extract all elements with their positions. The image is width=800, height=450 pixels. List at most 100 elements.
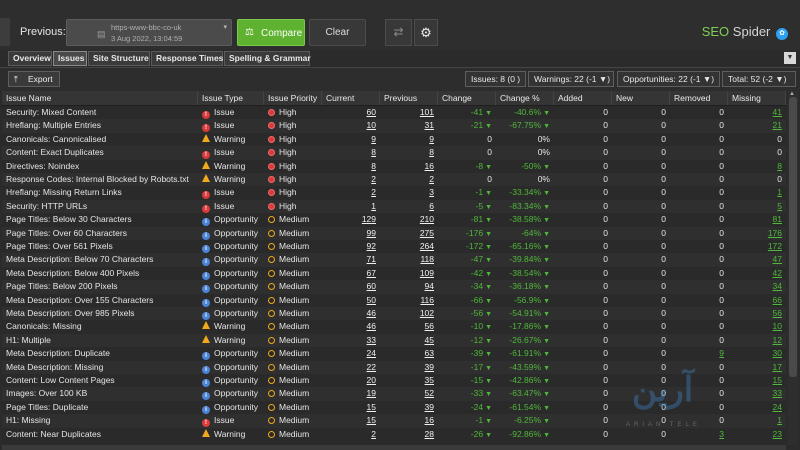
tab-site-structure[interactable]: Site Structure [88, 51, 150, 66]
cell-removed[interactable]: 0 [670, 106, 728, 119]
cell-removed[interactable]: 0 [670, 213, 728, 226]
col-issue-name[interactable]: Issue Name [2, 91, 198, 105]
cell-previous[interactable]: 101 [380, 106, 438, 119]
cell-current[interactable]: 129 [322, 213, 380, 226]
tabs-overflow-chevron-icon[interactable]: ▼ [784, 52, 796, 64]
cell-removed[interactable]: 0 [670, 173, 728, 186]
cell-previous[interactable]: 102 [380, 307, 438, 320]
cell-previous[interactable]: 56 [380, 320, 438, 333]
table-row[interactable]: Meta Description: Below 70 Characters i Op… [2, 253, 786, 267]
cell-missing[interactable]: 41 [728, 106, 786, 119]
cell-missing[interactable]: 12 [728, 334, 786, 347]
cell-current[interactable]: 15 [322, 401, 380, 414]
table-row[interactable]: Page Titles: Duplicate i Opportunity Medium… [2, 401, 786, 414]
cell-current[interactable]: 1 [322, 200, 380, 213]
cell-current[interactable]: 99 [322, 227, 380, 240]
col-issue-priority[interactable]: Issue Priority [264, 91, 322, 105]
cell-removed[interactable]: 0 [670, 294, 728, 307]
cell-removed[interactable]: 0 [670, 119, 728, 132]
cell-previous[interactable]: 275 [380, 227, 438, 240]
tab-response-times[interactable]: Response Times [151, 51, 223, 66]
cell-removed[interactable]: 0 [670, 374, 728, 387]
cell-missing[interactable]: 24 [728, 401, 786, 414]
table-row[interactable]: Canonicals: Canonicalised Warning High 9 9 0 0… [2, 133, 786, 146]
cell-removed[interactable]: 0 [670, 401, 728, 414]
cell-current[interactable]: 2 [322, 428, 380, 441]
cell-removed[interactable]: 0 [670, 186, 728, 199]
cell-missing[interactable]: 1 [728, 414, 786, 427]
gear-icon[interactable]: ⚙ [414, 19, 438, 46]
table-row[interactable]: Meta Description: Duplicate i Opportunity M… [2, 347, 786, 361]
cell-removed[interactable]: 0 [670, 361, 728, 374]
cell-current[interactable]: 46 [322, 320, 380, 333]
col-added[interactable]: Added [554, 91, 612, 105]
cell-missing[interactable]: 8 [728, 160, 786, 173]
cell-removed[interactable]: 3 [670, 428, 728, 441]
vertical-scrollbar[interactable]: ▲ [788, 91, 798, 445]
table-row[interactable]: Canonicals: Missing Warning Medium 46 56 -10 ▼… [2, 320, 786, 333]
cell-missing[interactable]: 0 [728, 133, 786, 146]
col-current[interactable]: Current [322, 91, 380, 105]
cell-missing[interactable]: 17 [728, 361, 786, 374]
table-row[interactable]: Page Titles: Over 60 Characters i Opportun… [2, 226, 786, 240]
table-row[interactable]: Meta Description: Over 155 Characters i Op… [2, 294, 786, 307]
cell-previous[interactable]: 31 [380, 119, 438, 132]
swap-arrows-icon[interactable]: ⇄ [385, 19, 412, 46]
compare-button[interactable]: ⚖ Compare [237, 19, 305, 46]
cell-previous[interactable]: 28 [380, 428, 438, 441]
cell-missing[interactable]: 66 [728, 294, 786, 307]
cell-previous[interactable]: 8 [380, 146, 438, 159]
col-new[interactable]: New [612, 91, 670, 105]
cell-removed[interactable]: 0 [670, 146, 728, 159]
cell-removed[interactable]: 0 [670, 240, 728, 253]
cell-current[interactable]: 2 [322, 173, 380, 186]
cell-previous[interactable]: 118 [380, 253, 438, 266]
cell-previous[interactable]: 16 [380, 414, 438, 427]
cell-removed[interactable]: 0 [670, 253, 728, 266]
cell-missing[interactable]: 5 [728, 200, 786, 213]
table-row[interactable]: Page Titles: Below 200 Pixels i Opportunit… [2, 280, 786, 294]
table-row[interactable]: Content: Near Duplicates Warning Medium 2 28… [2, 428, 786, 441]
cell-missing[interactable]: 47 [728, 253, 786, 266]
cell-removed[interactable]: 0 [670, 334, 728, 347]
col-issue-type[interactable]: Issue Type [198, 91, 264, 105]
table-row[interactable]: Page Titles: Over 561 Pixels i Opportunity… [2, 240, 786, 253]
cell-missing[interactable]: 15 [728, 374, 786, 387]
export-button[interactable]: ⤒ Export [8, 71, 60, 87]
cell-previous[interactable]: 63 [380, 347, 438, 360]
cell-missing[interactable]: 56 [728, 307, 786, 320]
table-row[interactable]: Security: Mixed Content! Issue High 60 101 -4… [2, 106, 786, 119]
cell-previous[interactable]: 264 [380, 240, 438, 253]
cell-current[interactable]: 92 [322, 240, 380, 253]
cell-removed[interactable]: 0 [670, 320, 728, 333]
cell-removed[interactable]: 0 [670, 267, 728, 280]
cell-current[interactable]: 50 [322, 294, 380, 307]
tab-overview[interactable]: Overview [8, 51, 52, 66]
col-missing[interactable]: Missing [728, 91, 786, 105]
cell-removed[interactable]: 0 [670, 307, 728, 320]
cell-missing[interactable]: 172 [728, 240, 786, 253]
cell-previous[interactable]: 16 [380, 160, 438, 173]
cell-previous[interactable]: 94 [380, 280, 438, 293]
table-row[interactable]: H1: Multiple Warning Medium 33 45 -12 ▼ -26.67%… [2, 333, 786, 348]
table-row[interactable]: Images: Over 100 KB i Opportunity Medium 19 5… [2, 387, 786, 401]
cell-previous[interactable]: 116 [380, 294, 438, 307]
cell-previous[interactable]: 35 [380, 374, 438, 387]
cell-previous[interactable]: 210 [380, 213, 438, 226]
cell-current[interactable]: 33 [322, 334, 380, 347]
cell-removed[interactable]: 0 [670, 227, 728, 240]
cell-current[interactable]: 67 [322, 267, 380, 280]
cell-previous[interactable]: 39 [380, 401, 438, 414]
opportunities-filter[interactable]: Opportunities: 22 (-1 ▼) [617, 71, 720, 87]
cell-current[interactable]: 24 [322, 347, 380, 360]
tab-spelling-grammar[interactable]: Spelling & Grammar [224, 51, 311, 66]
cell-missing[interactable]: 30 [728, 347, 786, 360]
table-row[interactable]: Hreflang: Multiple Entries! Issue High 10 31… [2, 119, 786, 133]
col-change[interactable]: Change [438, 91, 496, 105]
cell-missing[interactable]: 34 [728, 280, 786, 293]
cell-missing[interactable]: 33 [728, 387, 786, 400]
cell-missing[interactable]: 0 [728, 146, 786, 159]
horizontal-scrollbar[interactable] [2, 445, 786, 450]
table-row[interactable]: Content: Exact Duplicates! Issue High 8 8 0 0%… [2, 146, 786, 160]
cell-current[interactable]: 15 [322, 414, 380, 427]
